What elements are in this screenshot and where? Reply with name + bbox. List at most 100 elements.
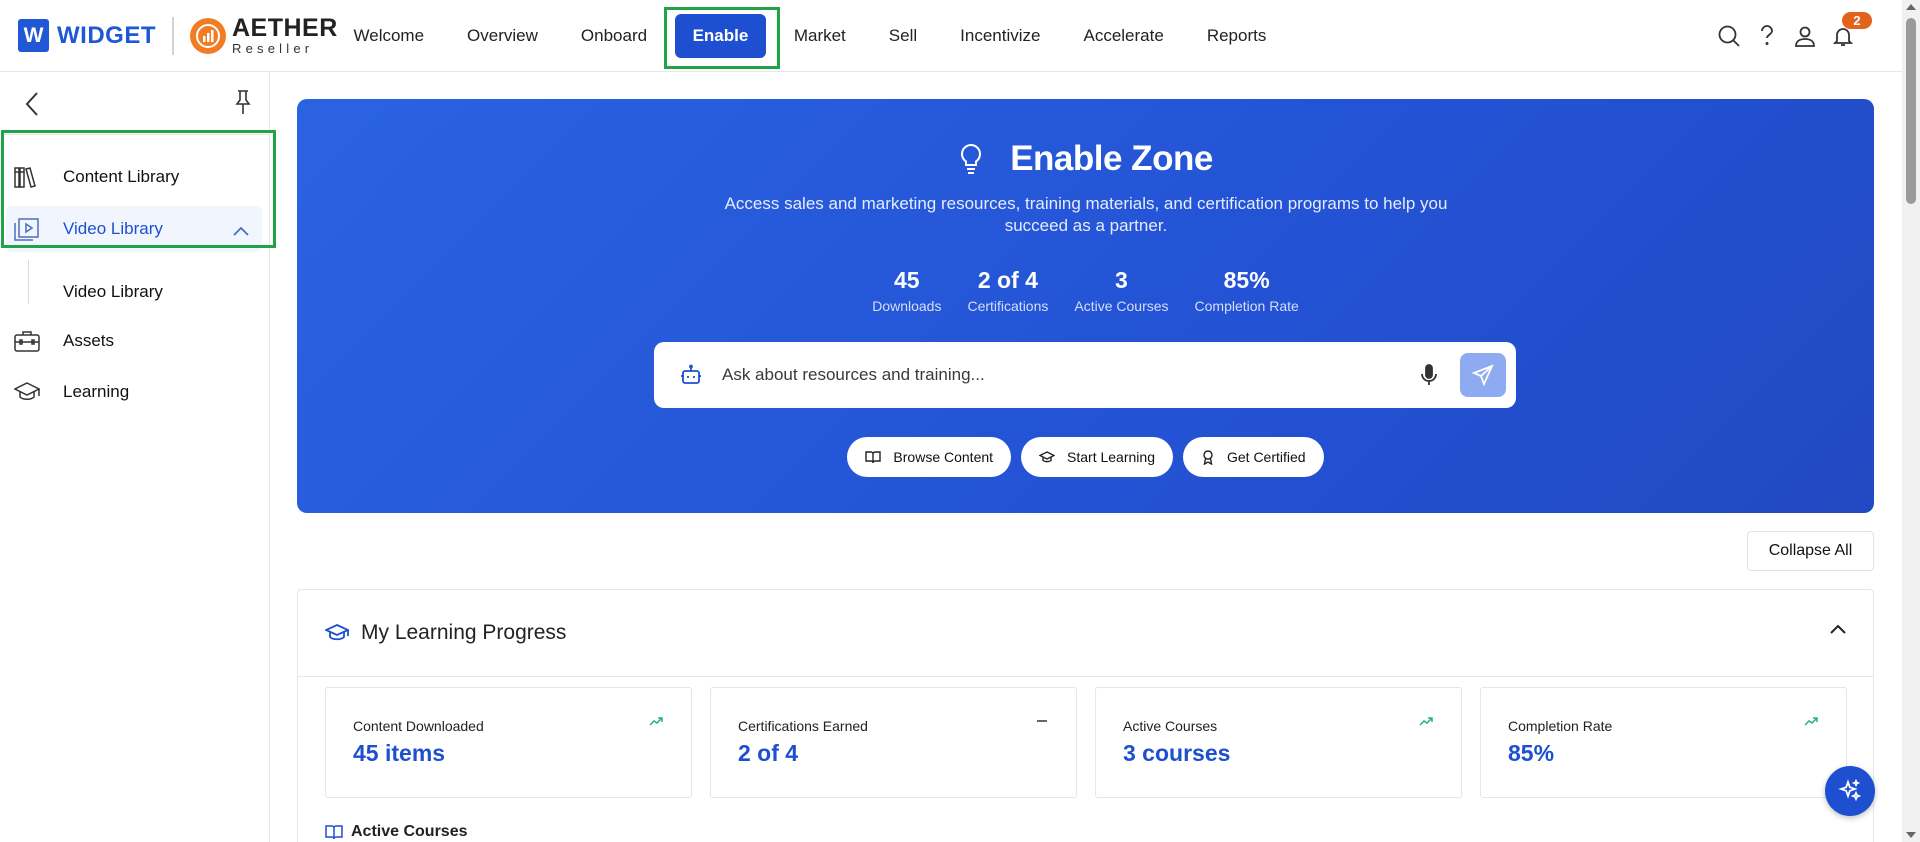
widget-wordmark: WIDGET xyxy=(57,21,156,49)
stat-value: 3 xyxy=(1115,267,1128,293)
main-nav: Welcome Overview Onboard Enable Market S… xyxy=(332,0,1288,72)
collapse-all-button[interactable]: Collapse All xyxy=(1747,531,1874,571)
send-button[interactable] xyxy=(1460,353,1506,397)
aether-logo-icon xyxy=(190,17,226,54)
card-certifications-earned: Certifications Earned 2 of 4 xyxy=(710,687,1077,798)
nav-reports[interactable]: Reports xyxy=(1185,14,1288,58)
book-open-icon xyxy=(325,824,343,840)
stat-label: Downloads xyxy=(872,298,942,314)
ai-assistant-button[interactable] xyxy=(1825,766,1875,816)
stat-certifications: 2 of 4 Certifications xyxy=(967,267,1048,314)
trend-flat-icon xyxy=(1036,716,1048,726)
scroll-down-arrow[interactable] xyxy=(1906,832,1916,838)
stat-label: Certifications xyxy=(967,298,1049,314)
help-icon[interactable] xyxy=(1748,18,1786,54)
sidebar-item-assets[interactable]: Assets xyxy=(0,318,262,364)
card-value: 2 of 4 xyxy=(738,740,799,766)
brand-divider xyxy=(172,16,174,55)
hero-description: Access sales and marketing resources, tr… xyxy=(724,194,1448,235)
card-label: Certifications Earned xyxy=(738,718,868,734)
nav-incentivize[interactable]: Incentivize xyxy=(939,14,1062,58)
pin-icon[interactable] xyxy=(232,88,254,121)
brand-logos[interactable]: W WIDGET AETHER Reseller xyxy=(18,16,338,55)
sidebar-subitem-video-library[interactable]: Video Library xyxy=(63,282,163,302)
stat-downloads: 45 Downloads xyxy=(872,267,941,314)
top-utility-icons: 2 xyxy=(1710,12,1872,54)
stat-value: 85% xyxy=(1223,267,1270,293)
hero-title-row: Enable Zone xyxy=(297,139,1874,179)
trending-up-icon xyxy=(1419,716,1433,726)
card-completion-rate: Completion Rate 85% xyxy=(1480,687,1847,798)
pill-label: Browse Content xyxy=(893,449,994,465)
widget-logo: W xyxy=(18,19,49,52)
book-open-icon xyxy=(865,450,882,464)
aether-wordmark: AETHER xyxy=(232,14,338,42)
hero-stats: 45 Downloads 2 of 4 Certifications 3 Act… xyxy=(297,267,1874,314)
ai-search-bar xyxy=(654,342,1516,408)
lightbulb-icon xyxy=(958,143,984,175)
briefcase-icon xyxy=(13,329,41,353)
browse-content-button[interactable]: Browse Content xyxy=(847,437,1012,477)
learning-progress-header[interactable]: My Learning Progress xyxy=(298,590,1873,677)
stat-label: Completion Rate xyxy=(1194,298,1299,314)
sidebar-item-label: Learning xyxy=(63,382,130,401)
card-active-courses: Active Courses 3 courses xyxy=(1095,687,1462,798)
progress-cards: Content Downloaded 45 items Certificatio… xyxy=(325,687,1865,798)
trending-up-icon xyxy=(1804,716,1818,726)
submenu-line xyxy=(28,260,29,304)
quick-actions: Browse Content Start Learning Get Certif… xyxy=(297,437,1874,477)
pill-label: Start Learning xyxy=(1067,449,1155,465)
sidebar-item-learning[interactable]: Learning xyxy=(0,369,262,415)
award-icon xyxy=(1201,449,1215,465)
sparkles-icon xyxy=(1838,779,1862,802)
send-icon xyxy=(1472,364,1494,386)
scrollbar-thumb[interactable] xyxy=(1906,18,1916,204)
nav-market[interactable]: Market xyxy=(772,14,867,58)
trending-up-icon xyxy=(649,716,663,726)
user-icon[interactable] xyxy=(1786,18,1824,54)
stat-value: 2 of 4 xyxy=(977,267,1038,293)
enable-zone-hero: Enable Zone Access sales and marketing r… xyxy=(297,99,1874,513)
learning-progress-panel: My Learning Progress Content Downloaded … xyxy=(297,589,1874,842)
card-value: 3 courses xyxy=(1123,740,1231,766)
card-label: Completion Rate xyxy=(1508,718,1613,734)
card-value: 85% xyxy=(1508,740,1555,766)
microphone-icon[interactable] xyxy=(1420,363,1438,387)
enable-highlight-box xyxy=(664,7,780,69)
active-courses-label: Active Courses xyxy=(351,823,468,840)
page-scrollbar[interactable] xyxy=(1902,0,1920,842)
scroll-up-arrow[interactable] xyxy=(1906,4,1916,10)
stat-active-courses: 3 Active Courses xyxy=(1074,267,1168,314)
sidebar-header xyxy=(0,72,269,135)
hero-title: Enable Zone xyxy=(1010,139,1213,178)
card-value: 45 items xyxy=(353,740,446,766)
bell-icon[interactable]: 2 xyxy=(1824,12,1872,54)
nav-onboard[interactable]: Onboard xyxy=(559,14,668,58)
learning-progress-title: My Learning Progress xyxy=(361,621,567,644)
card-content-downloaded: Content Downloaded 45 items xyxy=(325,687,692,798)
ai-search-input[interactable] xyxy=(722,365,1362,385)
nav-sell[interactable]: Sell xyxy=(867,14,938,58)
bot-icon xyxy=(680,364,702,386)
graduation-cap-icon xyxy=(325,623,349,643)
card-label: Content Downloaded xyxy=(353,718,484,734)
graduation-cap-icon xyxy=(1039,450,1056,464)
stat-value: 45 xyxy=(894,267,920,293)
top-navigation-bar: W WIDGET AETHER Reseller Welcome Overvie… xyxy=(0,0,1902,72)
back-chevron-icon[interactable] xyxy=(22,90,44,123)
sidebar-item-label: Assets xyxy=(63,331,115,350)
start-learning-button[interactable]: Start Learning xyxy=(1021,437,1173,477)
notification-badge: 2 xyxy=(1842,12,1872,29)
graduation-cap-icon xyxy=(13,380,41,404)
nav-welcome[interactable]: Welcome xyxy=(332,14,446,58)
chevron-up-icon[interactable] xyxy=(1829,623,1847,635)
stat-label: Active Courses xyxy=(1074,298,1169,314)
pill-label: Get Certified xyxy=(1226,449,1306,465)
video-library-highlight-box xyxy=(1,130,276,248)
nav-accelerate[interactable]: Accelerate xyxy=(1062,14,1185,58)
search-icon[interactable] xyxy=(1710,18,1748,54)
get-certified-button[interactable]: Get Certified xyxy=(1182,437,1324,477)
nav-overview[interactable]: Overview xyxy=(446,14,560,58)
card-label: Active Courses xyxy=(1123,718,1218,734)
active-courses-heading: Active Courses xyxy=(325,823,468,841)
